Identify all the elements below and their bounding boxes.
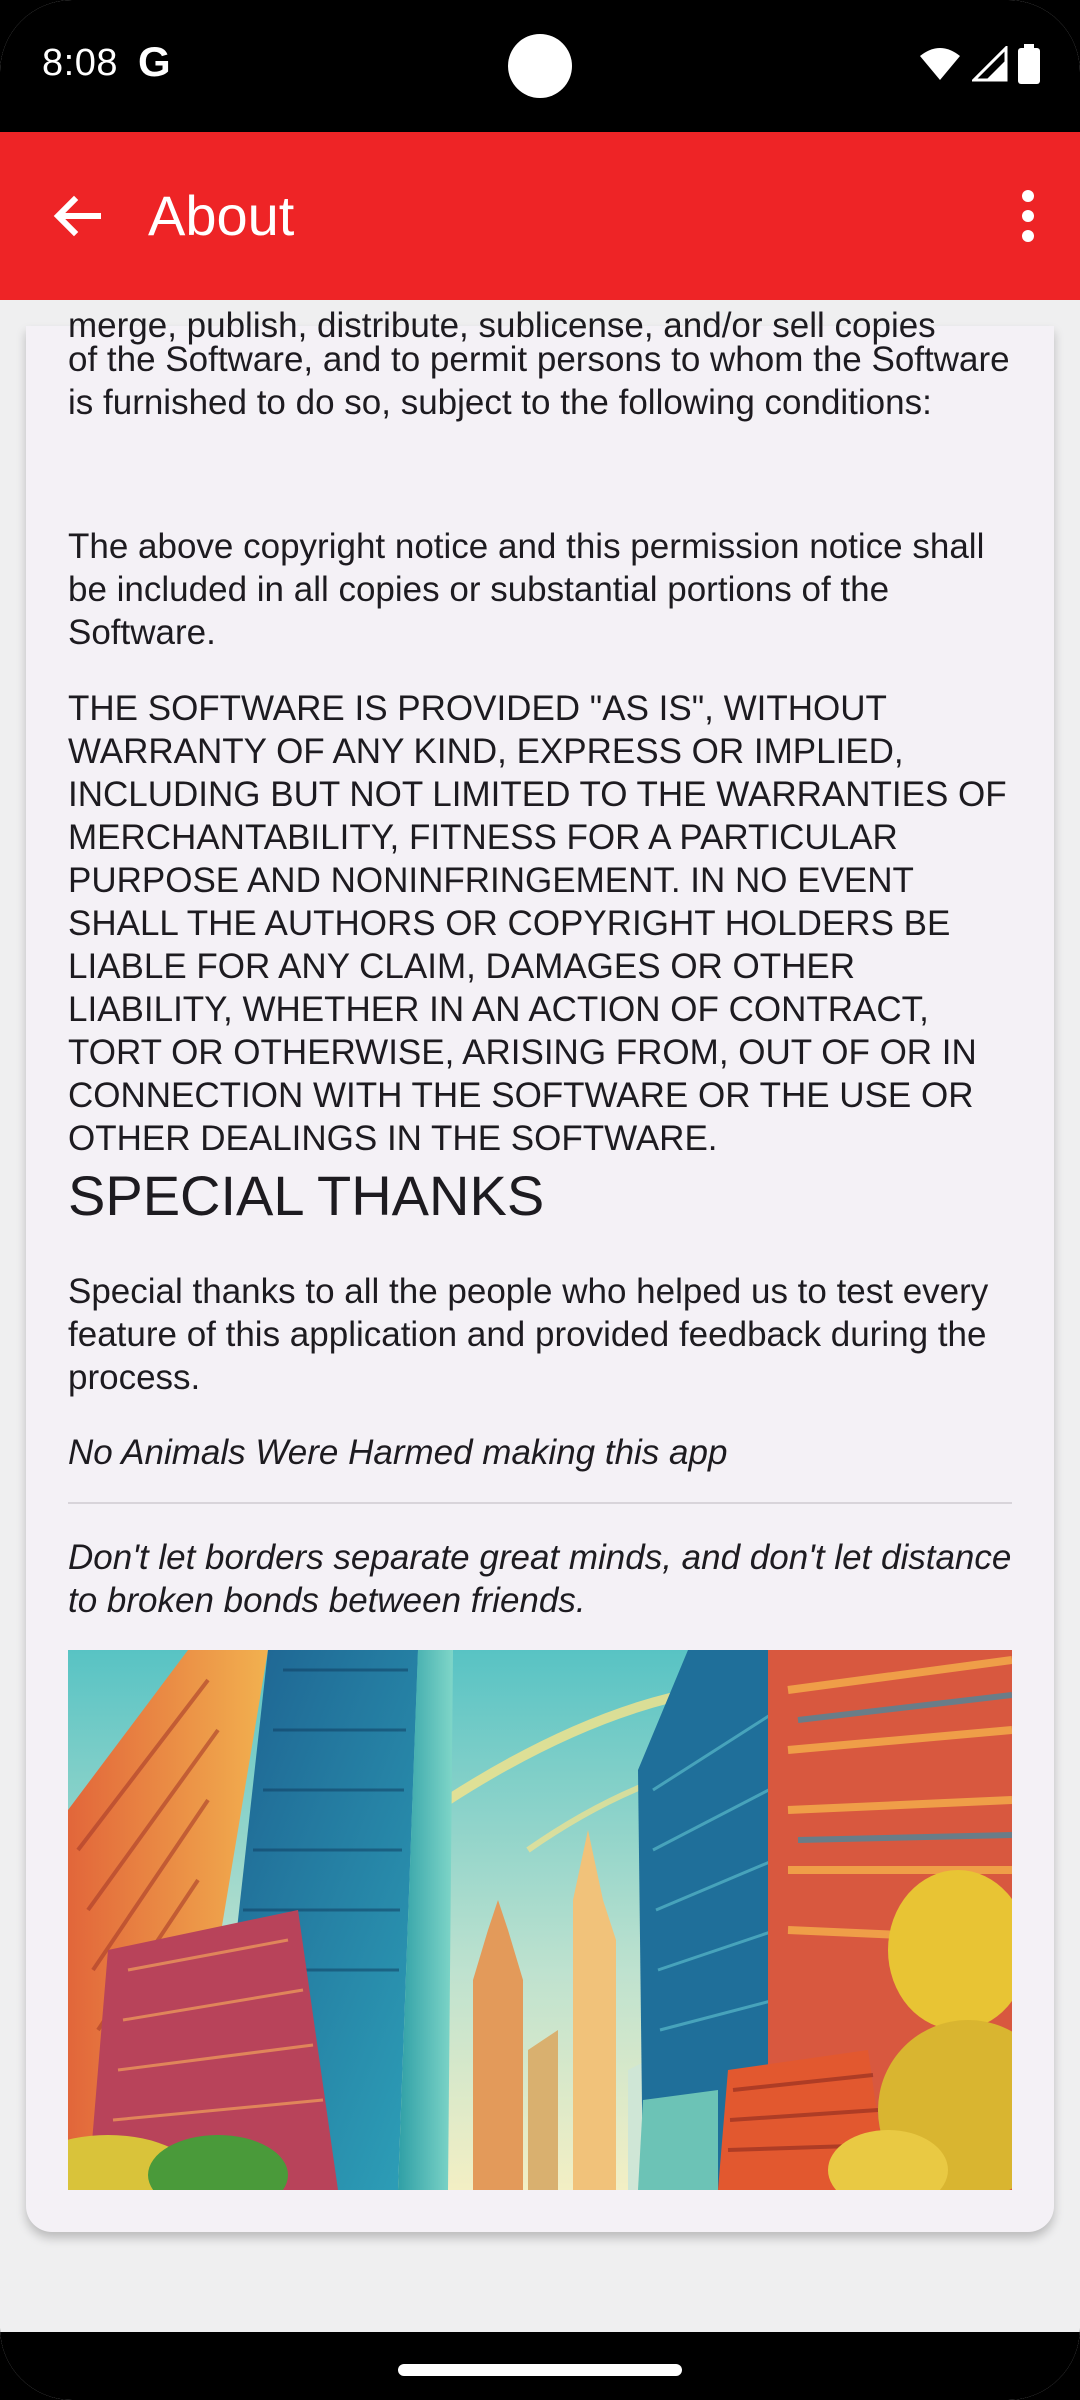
about-content[interactable]: merge, publish, distribute, sublicense, …	[0, 300, 1080, 2332]
wifi-icon	[920, 48, 960, 80]
special-thanks-text: Special thanks to all the people who hel…	[68, 1272, 989, 1397]
navigation-bar	[0, 2332, 1080, 2400]
cell-signal-icon	[972, 46, 1008, 82]
status-icons	[918, 44, 1040, 84]
license-paragraph: The above copyright notice and this perm…	[68, 527, 985, 652]
more-vert-icon	[1022, 190, 1034, 242]
license-disclaimer: THE SOFTWARE IS PROVIDED "AS IS", WITHOU…	[68, 689, 1007, 1158]
quote-text: Don't let borders separate great minds, …	[68, 1538, 1012, 1620]
google-icon: G	[138, 38, 171, 85]
overflow-menu-button[interactable]	[1002, 182, 1054, 250]
about-card: merge, publish, distribute, sublicense, …	[26, 306, 1054, 2232]
page-title: About	[148, 184, 295, 247]
app-bar: About	[0, 132, 1080, 300]
special-thanks-heading: SPECIAL THANKS	[68, 1164, 545, 1227]
animals-note: No Animals Were Harmed making this app	[68, 1433, 728, 1472]
city-skyline-illustration	[68, 1650, 1012, 2190]
status-time: 8:08	[42, 42, 118, 84]
arrow-left-icon	[53, 195, 101, 237]
screen: 8:08 G About merge, publish, distribute,…	[0, 0, 1080, 2400]
license-paragraph: of the Software, and to permit persons t…	[68, 340, 1010, 422]
battery-icon	[1018, 44, 1040, 84]
divider	[68, 1502, 1012, 1504]
home-gesture-handle[interactable]	[398, 2364, 682, 2376]
status-bar: 8:08 G	[0, 0, 1080, 132]
camera-cutout	[508, 34, 572, 98]
back-button[interactable]	[44, 182, 112, 250]
